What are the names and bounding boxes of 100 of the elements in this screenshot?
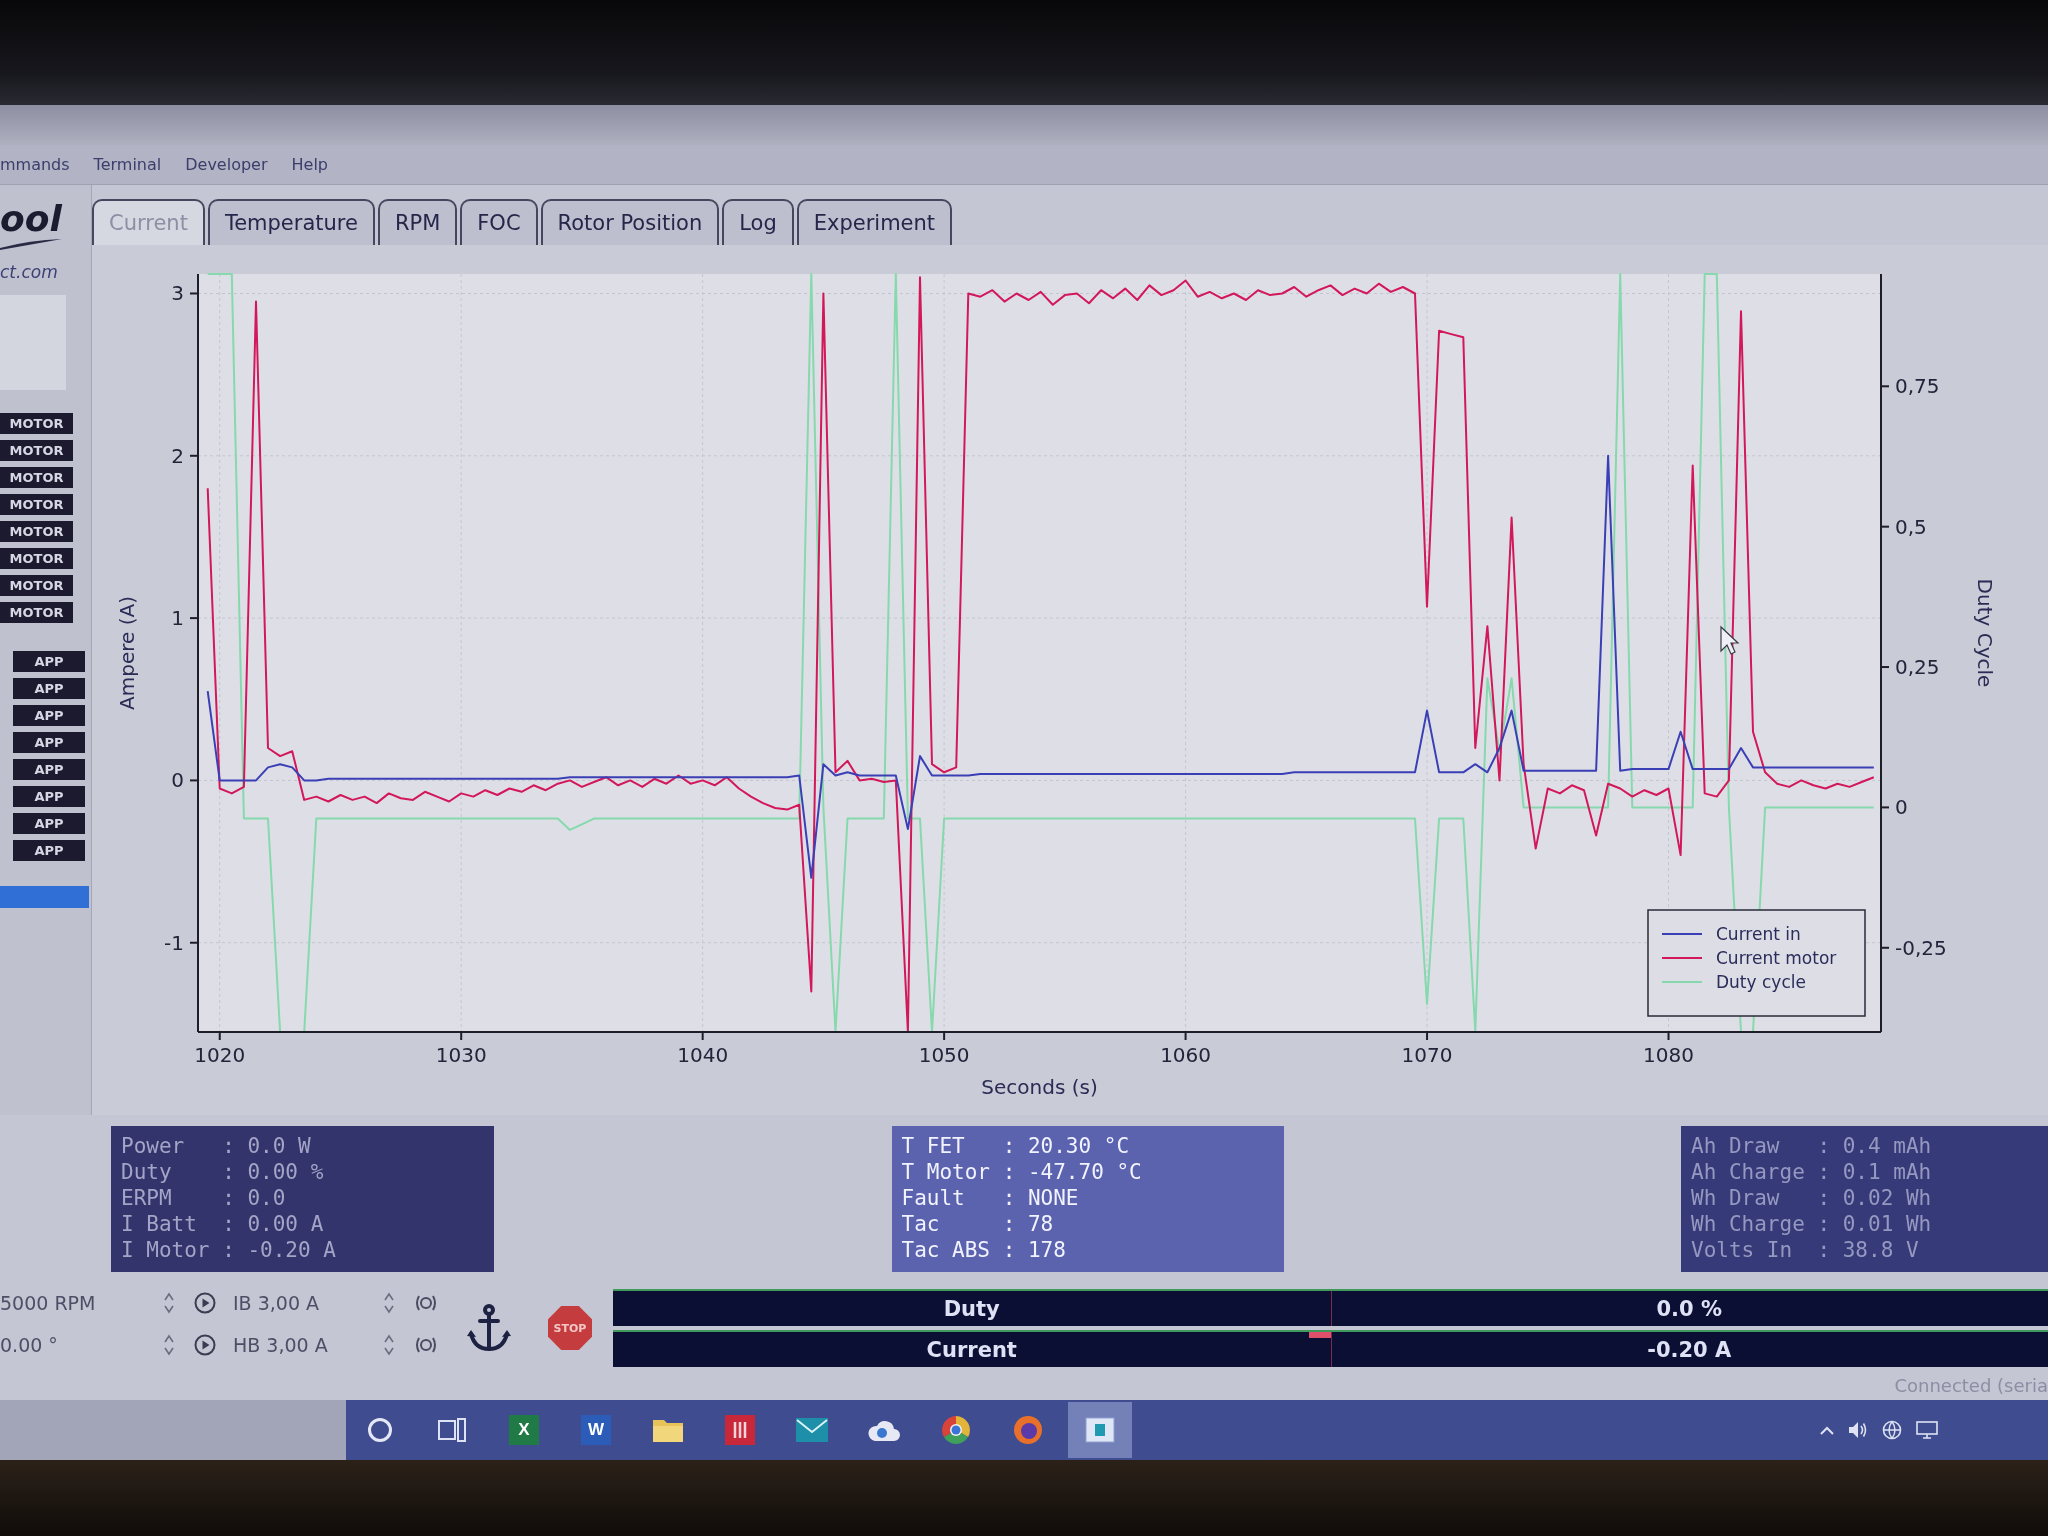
page-tag[interactable]: APP — [13, 786, 85, 807]
axis-tick-label: 2 — [171, 443, 184, 468]
axis-tick-label: 0 — [171, 768, 184, 793]
disc-icon[interactable] — [414, 1294, 438, 1312]
network-icon[interactable] — [1882, 1420, 1902, 1440]
taskbar-button[interactable] — [1068, 1402, 1132, 1458]
page-tag[interactable]: MOTOR — [0, 521, 73, 542]
page-tag[interactable]: APP — [13, 840, 85, 861]
segmented-circle-icon[interactable] — [941, 1415, 971, 1445]
page-tag[interactable]: APP — [13, 678, 85, 699]
legend-label: Duty cycle — [1716, 972, 1806, 992]
app-letter-tile[interactable]: W — [581, 1415, 611, 1445]
readout-line: Wh Draw : 0.02 Wh — [1691, 1185, 1933, 1211]
spin-box[interactable]: HB 3,00 A — [233, 1329, 398, 1361]
legend-line-icon — [1661, 981, 1703, 983]
page-tag[interactable]: APP — [13, 759, 85, 780]
page-tag[interactable]: APP — [13, 813, 85, 834]
spinner-arrows-icon[interactable] — [164, 1334, 174, 1356]
readout-line: Tac : 78 — [901, 1211, 1055, 1237]
readout-line: Ah Draw : 0.4 mAh — [1691, 1133, 1933, 1159]
readout-line: T Motor : -47.70 °C — [901, 1159, 1143, 1185]
status-text: Connected (seria — [1894, 1375, 2048, 1396]
cloud-icon[interactable] — [867, 1418, 901, 1442]
readout-line: Ah Charge : 0.1 mAh — [1691, 1159, 1933, 1185]
axis-tick-label: -1 — [164, 930, 184, 955]
chevron-up-icon[interactable] — [1820, 1425, 1834, 1435]
readout-line: Fault : NONE — [901, 1185, 1080, 1211]
page-tag[interactable]: MOTOR — [0, 494, 73, 515]
axis-tick-label: 1 — [171, 606, 184, 631]
spin-box[interactable]: 0.00 ° — [0, 1329, 178, 1361]
axis-tick-label: -0,25 — [1895, 935, 1947, 960]
logo-text: ool — [0, 200, 62, 238]
taskbar-button[interactable]: W — [564, 1402, 628, 1458]
legend-label: Current motor — [1716, 948, 1837, 968]
readout-line: Wh Charge : 0.01 Wh — [1691, 1211, 1933, 1237]
spin-box[interactable]: 5000 RPM — [0, 1287, 178, 1319]
play-icon[interactable] — [194, 1292, 216, 1314]
legend-line-icon — [1661, 957, 1703, 959]
page-tag[interactable]: APP — [13, 732, 85, 753]
page-tag[interactable]: APP — [13, 651, 85, 672]
tab[interactable]: Rotor Position — [540, 199, 720, 245]
tab[interactable]: Experiment — [796, 199, 953, 245]
anchor-icon[interactable] — [467, 1304, 511, 1352]
round-logo-icon[interactable] — [1013, 1415, 1043, 1445]
axis-title: Duty Cycle — [1973, 578, 1997, 688]
tab[interactable]: FOC — [460, 199, 538, 245]
bar-label: Duty — [943, 1296, 1000, 1321]
readout-line: Duty : 0.00 % — [121, 1159, 325, 1185]
axis-tick-label: 0,75 — [1895, 374, 1940, 399]
taskbar-button[interactable]: X — [492, 1402, 556, 1458]
readout-line: Power : 0.0 W — [121, 1133, 312, 1159]
readout-line: I Motor : -0.20 A — [121, 1237, 337, 1263]
spinner-arrows-icon[interactable] — [384, 1292, 394, 1314]
menu-item[interactable]: Terminal — [93, 155, 162, 174]
readout-line: Volts In : 38.8 V — [1691, 1237, 1920, 1263]
task-view-icon[interactable] — [438, 1418, 466, 1442]
page-tag[interactable]: APP — [13, 705, 85, 726]
envelope-icon[interactable] — [796, 1418, 828, 1442]
ring-icon[interactable] — [367, 1417, 393, 1443]
axis-tick-label: 1020 — [194, 1043, 246, 1067]
page-tag[interactable]: MOTOR — [0, 575, 73, 596]
speaker-icon[interactable] — [1848, 1421, 1868, 1439]
page-tag[interactable]: MOTOR — [0, 413, 73, 434]
mouse-pointer-icon — [1720, 625, 1740, 655]
readout-line: I Batt : 0.00 A — [121, 1211, 325, 1237]
tab[interactable]: Log — [722, 199, 794, 245]
axis-tick-label: 3 — [171, 281, 184, 306]
axis-tick-label: 1040 — [677, 1043, 729, 1067]
axis-tick-label: 0 — [1895, 795, 1908, 820]
axis-tick-label: 1080 — [1643, 1043, 1694, 1067]
logo-swoosh-icon — [0, 238, 62, 250]
tab[interactable]: Temperature — [207, 199, 375, 245]
taskbar-search-field[interactable] — [0, 1400, 346, 1460]
window-icon[interactable] — [1085, 1417, 1115, 1443]
disc-icon[interactable] — [414, 1336, 438, 1354]
menu-item[interactable]: mmands — [0, 155, 70, 174]
axis-title: Ampere (A) — [115, 596, 139, 710]
page-tag[interactable]: MOTOR — [0, 548, 73, 569]
menu-item[interactable]: Help — [291, 155, 328, 174]
axis-tick-label: 0,25 — [1895, 655, 1940, 680]
folder-icon[interactable] — [652, 1417, 684, 1443]
striped-tile-icon[interactable] — [725, 1415, 755, 1445]
page-tag[interactable]: MOTOR — [0, 467, 73, 488]
spin-box[interactable]: IB 3,00 A — [233, 1287, 398, 1319]
page-tag[interactable]: MOTOR — [0, 440, 73, 461]
tab[interactable]: RPM — [377, 199, 458, 245]
legend-line-icon — [1661, 933, 1703, 935]
monitor-icon[interactable] — [1916, 1421, 1938, 1439]
axis-title: Seconds (s) — [981, 1075, 1098, 1099]
menu-item[interactable]: Developer — [185, 155, 268, 174]
spinner-arrows-icon[interactable] — [164, 1292, 174, 1314]
bar-label: Current — [926, 1337, 1017, 1362]
page-tag[interactable]: MOTOR — [0, 602, 73, 623]
website-text: ct.com — [0, 262, 58, 282]
app-letter-tile[interactable]: X — [509, 1415, 539, 1445]
axis-tick-label: 1030 — [435, 1043, 487, 1067]
play-icon[interactable] — [194, 1334, 216, 1356]
bar-value: -0.20 A — [1647, 1337, 1732, 1362]
axis-tick-label: 1070 — [1401, 1043, 1453, 1067]
spinner-arrows-icon[interactable] — [384, 1334, 394, 1356]
